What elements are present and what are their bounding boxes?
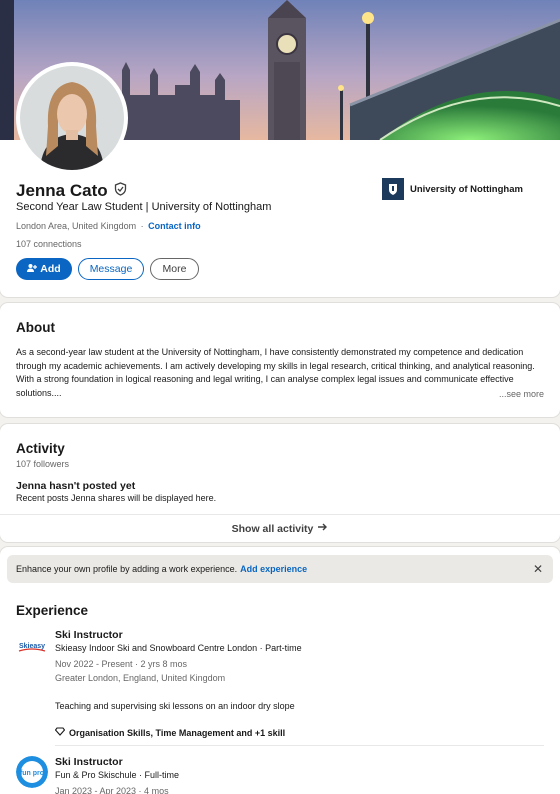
school-link[interactable]: University of Nottingham (382, 178, 523, 200)
about-section: About As a second-year law student at th… (0, 303, 560, 417)
close-icon[interactable]: ✕ (533, 562, 543, 576)
notice-text: Enhance your own profile by adding a wor… (16, 564, 238, 574)
svg-text:fun pro: fun pro (20, 770, 44, 777)
empty-activity-title: Jenna hasn't posted yet (16, 480, 136, 492)
arrow-right-icon (317, 522, 328, 535)
profile-name: Jenna Cato (16, 181, 108, 200)
add-person-icon (27, 263, 38, 276)
add-button-label: Add (40, 263, 61, 275)
experience-dates: Nov 2022 - Present · 2 yrs 8 mos (55, 659, 188, 669)
see-more-link[interactable]: ...see more (499, 389, 544, 399)
experience-skills[interactable]: Organisation Skills, Time Management and… (54, 727, 544, 738)
divider (55, 745, 544, 746)
university-crest-icon (382, 178, 404, 200)
connections-count[interactable]: 107 connections (16, 239, 82, 249)
add-button[interactable]: Add (16, 258, 72, 280)
experience-company: Skieasy Indoor Ski and Snowboard Centre … (55, 643, 302, 653)
add-experience-notice: Enhance your own profile by adding a wor… (7, 555, 553, 583)
show-all-activity-button[interactable]: Show all activity (0, 514, 560, 542)
experience-company: Fun & Pro Skischule · Full-time (55, 770, 180, 780)
fun-and-pro-logo[interactable]: fun pro (16, 756, 48, 788)
experience-title-text[interactable]: Ski Instructor (55, 756, 544, 770)
experience-description: Teaching and supervising ski lessons on … (55, 701, 295, 711)
profile-actions: Add Message More (16, 258, 199, 280)
diamond-icon (54, 727, 66, 738)
profile-headline: Second Year Law Student | University of … (16, 201, 272, 213)
experience-details: Ski Instructor Fun & Pro Skischule · Ful… (55, 756, 544, 794)
school-name: University of Nottingham (410, 183, 523, 195)
verified-shield-icon[interactable] (114, 181, 127, 201)
activity-section: Activity 107 followers Jenna hasn't post… (0, 424, 560, 542)
profile-location: London Area, United Kingdom (16, 221, 137, 231)
experience-details: Ski Instructor Skieasy Indoor Ski and Sn… (54, 629, 544, 738)
avatar (20, 66, 124, 170)
location-row: London Area, United Kingdom · Contact in… (16, 221, 201, 231)
show-all-activity-label: Show all activity (231, 522, 314, 535)
experience-section: Enhance your own profile by adding a wor… (0, 547, 560, 794)
about-title: About (16, 320, 55, 335)
message-button[interactable]: Message (78, 258, 144, 280)
add-experience-link[interactable]: Add experience (240, 564, 307, 574)
followers-count: 107 followers (16, 459, 70, 469)
activity-title: Activity (16, 441, 65, 456)
about-text: As a second-year law student at the Univ… (16, 347, 535, 398)
profile-photo[interactable] (16, 62, 128, 174)
more-button[interactable]: More (150, 258, 199, 280)
separator: · (140, 221, 144, 231)
empty-activity-text: Recent posts Jenna shares will be displa… (16, 493, 217, 503)
experience-item: fun pro Ski Instructor Fun & Pro Skischu… (16, 756, 544, 794)
experience-title: Experience (16, 603, 89, 618)
experience-title-text[interactable]: Ski Instructor (55, 629, 544, 643)
experience-dates: Jan 2023 - Apr 2023 · 4 mos (55, 786, 169, 794)
experience-item: Skieasy Ski Instructor Skieasy Indoor Sk… (16, 629, 544, 739)
contact-info-link[interactable]: Contact info (148, 221, 201, 231)
experience-skills-text: Organisation Skills, Time Management and… (69, 727, 286, 738)
experience-location: Greater London, England, United Kingdom (55, 673, 226, 683)
skieasy-logo[interactable]: Skieasy (16, 629, 48, 661)
profile-card: Jenna Cato Second Year Law Student | Uni… (0, 0, 560, 297)
